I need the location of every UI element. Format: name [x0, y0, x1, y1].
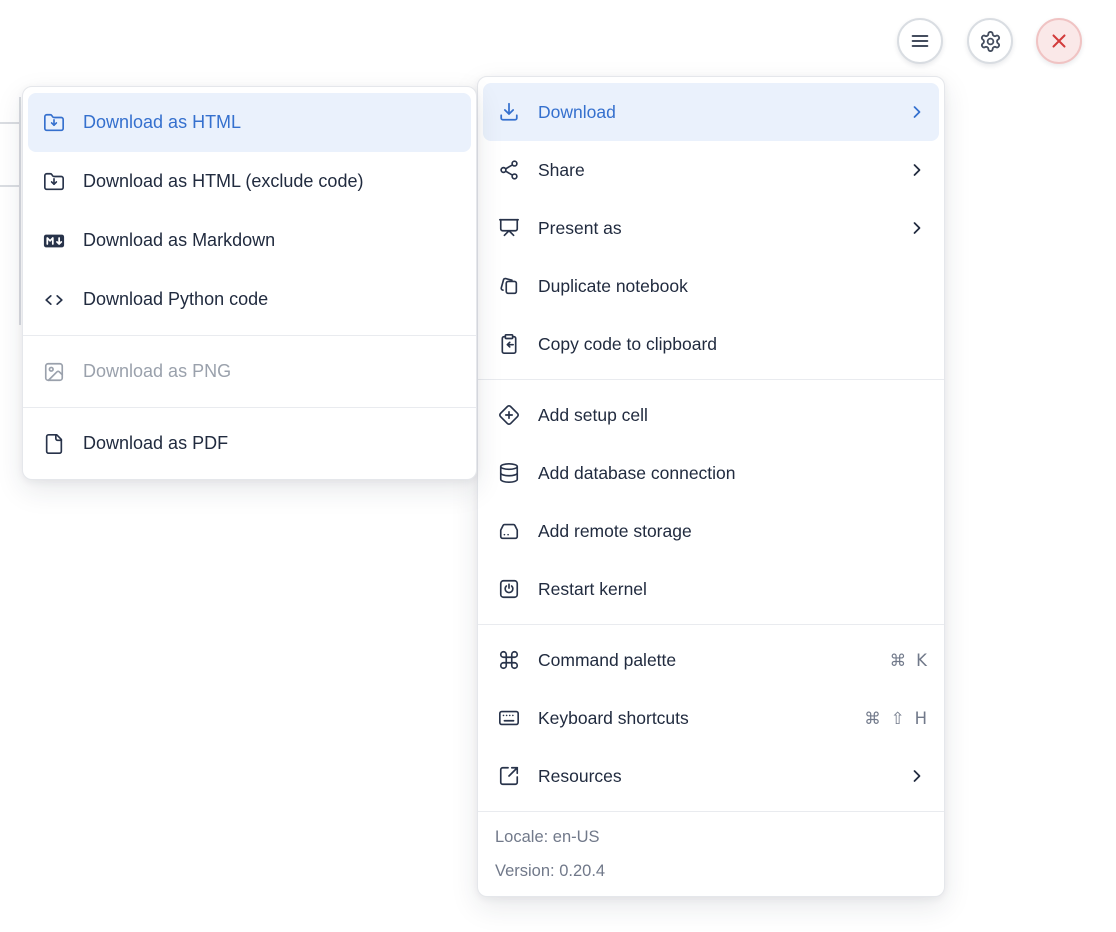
menu-item-label: Present as: [538, 218, 889, 239]
folder-down-icon: [43, 112, 65, 134]
menu-item-label: Restart kernel: [538, 579, 927, 600]
menu-item-label: Download as PNG: [83, 361, 459, 382]
copy-icon: [498, 275, 520, 297]
menu-item-label: Add database connection: [538, 463, 927, 484]
menu-separator: [23, 407, 476, 408]
menu-item-add-database-connection[interactable]: Add database connection: [483, 444, 939, 502]
menu-item-download-as-markdown[interactable]: Download as Markdown: [28, 211, 471, 270]
menu-item-label: Download as Markdown: [83, 230, 459, 251]
menu-item-label: Download Python code: [83, 289, 459, 310]
menu-item-download-as-pdf[interactable]: Download as PDF: [28, 414, 471, 473]
clipboard-arrow-icon: [498, 333, 520, 355]
menu-item-label: Download as PDF: [83, 433, 459, 454]
menu-item-present-as[interactable]: Present as: [483, 199, 939, 257]
markdown-icon: [43, 230, 65, 252]
hard-drive-icon: [498, 520, 520, 542]
share-icon: [498, 159, 520, 181]
hamburger-icon: [909, 30, 931, 52]
menu-item-label: Share: [538, 160, 889, 181]
external-link-icon: [498, 765, 520, 787]
menu-item-keyboard-shortcuts[interactable]: Keyboard shortcuts ⌘ ⇧ H: [483, 689, 939, 747]
menu-item-label: Download as HTML (exclude code): [83, 171, 459, 192]
menu-separator: [23, 335, 476, 336]
menu-item-share[interactable]: Share: [483, 141, 939, 199]
menu-item-copy-code-to-clipboard[interactable]: Copy code to clipboard: [483, 315, 939, 373]
menu-item-download-as-html[interactable]: Download as HTML: [28, 93, 471, 152]
menu-item-label: Download: [538, 102, 889, 123]
chevron-right-icon: [907, 102, 927, 122]
menu-separator: [478, 624, 944, 625]
menu-item-label: Command palette: [538, 650, 872, 671]
shortcut-keys: ⌘ K: [890, 651, 927, 670]
notebook-menu: Download Share Present as Duplicate note…: [477, 76, 945, 897]
menu-item-command-palette[interactable]: Command palette ⌘ K: [483, 631, 939, 689]
presentation-icon: [498, 217, 520, 239]
settings-button[interactable]: [967, 18, 1013, 64]
menu-item-label: Copy code to clipboard: [538, 334, 927, 355]
download-icon: [498, 101, 520, 123]
menu-item-download-python-code[interactable]: Download Python code: [28, 270, 471, 329]
menu-item-resources[interactable]: Resources: [483, 747, 939, 805]
menu-item-label: Keyboard shortcuts: [538, 708, 846, 729]
chevron-right-icon: [907, 766, 927, 786]
menu-item-add-remote-storage[interactable]: Add remote storage: [483, 502, 939, 560]
menu-item-download[interactable]: Download: [483, 83, 939, 141]
download-submenu: Download as HTML Download as HTML (exclu…: [22, 86, 477, 480]
menu-item-label: Add setup cell: [538, 405, 927, 426]
database-icon: [498, 462, 520, 484]
chevron-right-icon: [907, 160, 927, 180]
menu-item-duplicate-notebook[interactable]: Duplicate notebook: [483, 257, 939, 315]
key-shift: ⇧: [891, 709, 905, 728]
chevron-right-icon: [907, 218, 927, 238]
shortcut-keys: ⌘ ⇧ H: [864, 709, 927, 728]
close-notebook-button[interactable]: [1036, 18, 1082, 64]
folder-down-icon: [43, 171, 65, 193]
menu-item-label: Resources: [538, 766, 889, 787]
key-command: ⌘: [864, 709, 881, 728]
version-text: Version: 0.20.4: [495, 854, 927, 888]
key-h: H: [915, 709, 927, 728]
menu-item-download-as-html-exclude-code[interactable]: Download as HTML (exclude code): [28, 152, 471, 211]
key-command: ⌘: [890, 651, 907, 670]
background-fragment-hline: [0, 185, 19, 187]
menu-footer: Locale: en-US Version: 0.20.4: [478, 811, 944, 890]
file-icon: [43, 433, 65, 455]
menu-separator: [478, 379, 944, 380]
menu-item-label: Add remote storage: [538, 521, 927, 542]
background-fragment-vline: [19, 97, 21, 325]
menu-item-add-setup-cell[interactable]: Add setup cell: [483, 386, 939, 444]
menu-toggle-button[interactable]: [897, 18, 943, 64]
close-icon: [1048, 30, 1070, 52]
gear-icon: [979, 30, 1002, 53]
code-icon: [43, 289, 65, 311]
command-icon: [498, 649, 520, 671]
image-icon: [43, 361, 65, 383]
keyboard-icon: [498, 707, 520, 729]
power-square-icon: [498, 578, 520, 600]
diamond-plus-icon: [498, 404, 520, 426]
menu-item-restart-kernel[interactable]: Restart kernel: [483, 560, 939, 618]
background-fragment-hline: [0, 122, 19, 124]
menu-item-download-as-png[interactable]: Download as PNG: [28, 342, 471, 401]
menu-item-label: Download as HTML: [83, 112, 459, 133]
key-k: K: [916, 651, 927, 670]
locale-text: Locale: en-US: [495, 820, 927, 854]
menu-item-label: Duplicate notebook: [538, 276, 927, 297]
